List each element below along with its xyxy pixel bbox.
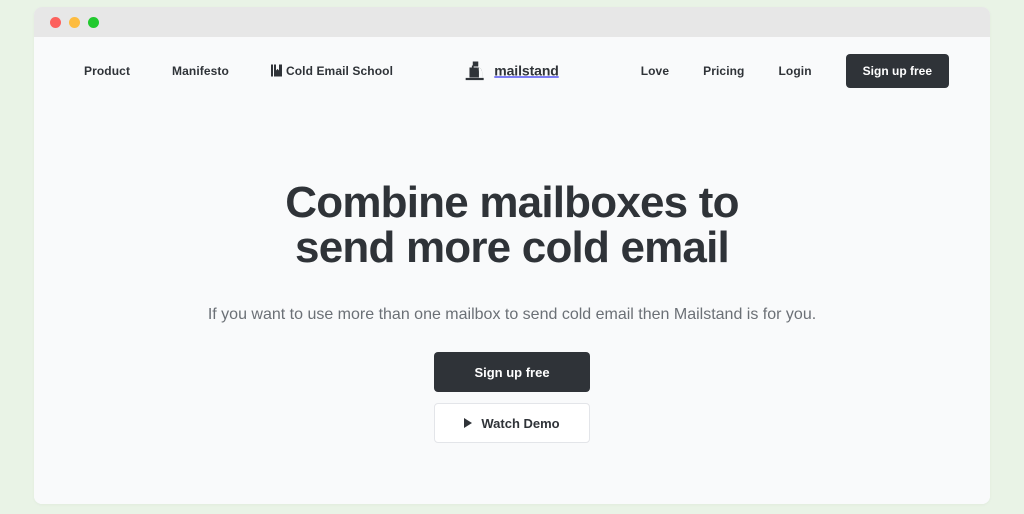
nav-item-pricing[interactable]: Pricing (703, 64, 744, 78)
header-sign-up-free-button[interactable]: Sign up free (845, 53, 949, 88)
book-icon (270, 64, 282, 77)
primary-nav-right: Love Pricing Login Sign up free (641, 53, 949, 88)
nav-item-love-label: Love (640, 63, 670, 78)
browser-window: Product Manifesto Cold Email School mail… (34, 7, 990, 504)
hero-actions: Sign up free Watch Demo (34, 352, 990, 443)
nav-item-login[interactable]: Login (779, 64, 812, 78)
nav-item-manifesto-label: Manifesto (172, 63, 229, 78)
nav-item-product[interactable]: Product (84, 64, 130, 78)
traffic-light-buttons (50, 16, 99, 28)
hero-watch-demo-label: Watch Demo (481, 415, 560, 431)
nav-item-cold-email-school[interactable]: Cold Email School (270, 63, 393, 78)
hero-section: Combine mailboxes to send more cold emai… (34, 104, 990, 443)
hero-title: Combine mailboxes to send more cold emai… (34, 180, 990, 270)
nav-item-pricing-label: Pricing (703, 63, 745, 78)
hero-title-line-2: send more cold email (295, 223, 730, 272)
minimize-window-button[interactable] (69, 16, 80, 28)
nav-item-cold-email-school-label: Cold Email School (285, 63, 393, 78)
screen: Product Manifesto Cold Email School mail… (0, 0, 1024, 514)
brand-logo[interactable]: mailstand (465, 61, 559, 80)
mailbox-icon (465, 61, 487, 80)
maximize-window-button[interactable] (88, 16, 99, 28)
hero-title-line-1: Combine mailboxes to (285, 178, 739, 227)
nav-item-product-label: Product (84, 63, 131, 78)
play-icon (464, 418, 473, 428)
site-header: Product Manifesto Cold Email School mail… (34, 37, 990, 104)
nav-item-login-label: Login (778, 63, 812, 78)
close-window-button[interactable] (50, 16, 61, 28)
hero-sign-up-free-button[interactable]: Sign up free (434, 352, 590, 392)
primary-nav-left: Product Manifesto Cold Email School (84, 64, 393, 78)
nav-item-love[interactable]: Love (641, 64, 669, 78)
brand-name: mailstand (494, 62, 559, 79)
browser-titlebar (34, 7, 990, 37)
page-viewport: Product Manifesto Cold Email School mail… (34, 37, 990, 504)
hero-subtitle: If you want to use more than one mailbox… (207, 306, 817, 323)
nav-item-manifesto[interactable]: Manifesto (172, 64, 229, 78)
hero-watch-demo-button[interactable]: Watch Demo (434, 403, 590, 443)
